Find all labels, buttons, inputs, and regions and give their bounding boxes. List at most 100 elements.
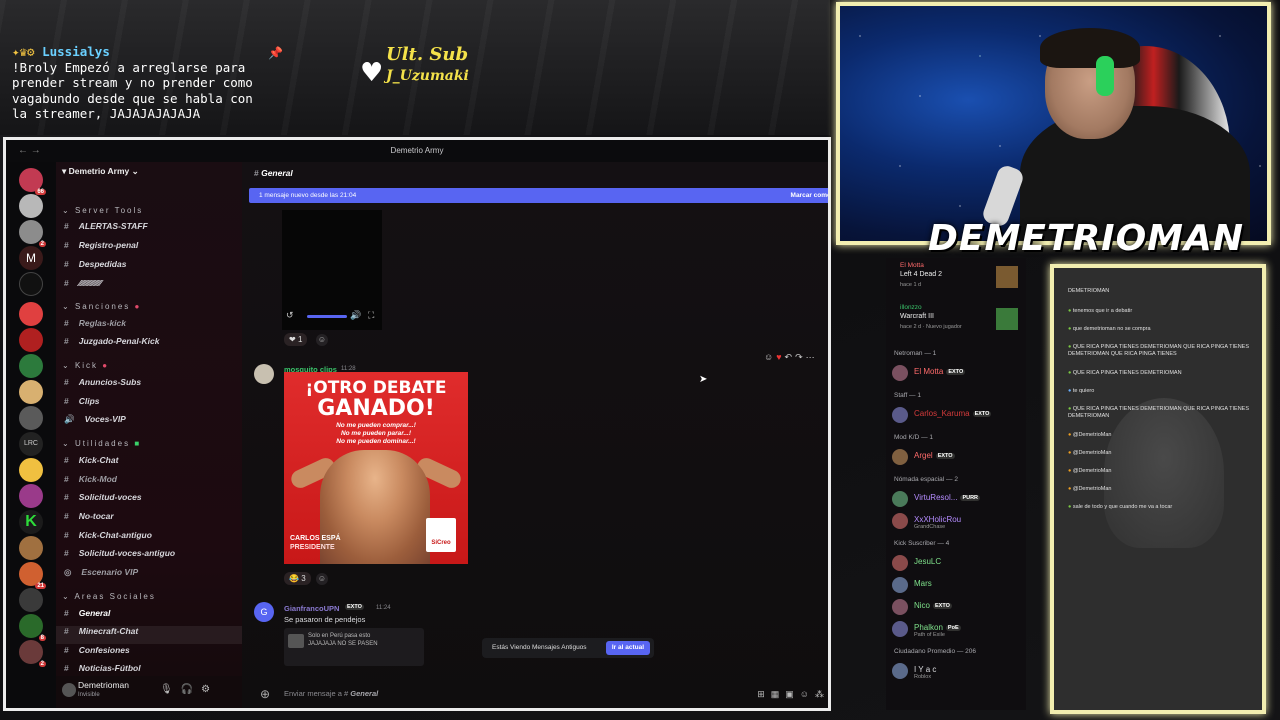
volume-icon[interactable]: 🔊 <box>350 310 361 321</box>
server-icon[interactable]: LRC <box>19 432 43 456</box>
gif-icon[interactable]: ▦ <box>771 689 786 699</box>
avatar[interactable] <box>62 683 76 697</box>
channel-label: Kick-Chat-antiguo <box>78 530 152 540</box>
nav-arrows-icon[interactable]: ← → <box>18 140 41 162</box>
category-label: Server Tools <box>74 206 144 215</box>
member-item[interactable]: XxXHolicRou GrandChase <box>892 512 1020 530</box>
message-author[interactable]: GianfrancoUPN <box>284 604 339 613</box>
member-item[interactable]: Argel EXTO <box>892 448 1020 466</box>
member-activity-item[interactable]: illonzzo Warcraft III hace 2 d · Nuevo j… <box>892 304 1020 330</box>
poster-sub1: No me pueden comprar...! <box>336 422 416 429</box>
server-icon[interactable]: 8 <box>19 614 46 641</box>
channel-confesiones[interactable]: # Confesiones <box>64 645 130 655</box>
server-icon[interactable] <box>19 536 43 560</box>
channel-kick-mod[interactable]: # Kick-Mod <box>64 474 117 484</box>
server-icon[interactable]: 2 <box>19 220 46 247</box>
channel-no-tocar[interactable]: # No-tocar <box>64 511 114 521</box>
channel-anuncios-subs[interactable]: # Anuncios-Subs <box>64 377 141 387</box>
member-item[interactable]: Mars <box>892 576 1020 594</box>
channel-escenario-vip[interactable]: ◎ Escenario VIP <box>64 567 138 578</box>
server-name[interactable]: ▾ Demetrio Army ⌄ <box>62 166 139 177</box>
apps-icon[interactable]: ⁂ <box>815 689 828 699</box>
member-activity: Path of Exile <box>914 632 945 638</box>
heart-react-icon[interactable]: ♥ <box>776 352 784 362</box>
fullscreen-icon[interactable]: ⛶ <box>368 310 374 321</box>
avatar[interactable] <box>254 364 274 384</box>
plus-icon[interactable]: ⊕ <box>260 682 270 706</box>
role-tag: PoE <box>945 624 961 631</box>
mark-read-button[interactable]: Marcar como <box>791 188 828 203</box>
add-reaction-icon[interactable]: ☺ <box>316 334 328 346</box>
emoji-react-icon[interactable]: ☺ <box>764 352 776 362</box>
forward-icon[interactable]: ↷ <box>795 352 806 362</box>
server-icon[interactable] <box>19 194 43 218</box>
channel-divider[interactable]: # ⁄⁄⁄⁄⁄⁄⁄⁄⁄⁄⁄⁄⁄⁄⁄⁄ <box>64 278 101 288</box>
headphones-icon[interactable]: 🎧 <box>181 684 201 695</box>
server-icon[interactable]: 21 <box>19 562 46 589</box>
member-item[interactable]: El Motta EXTO <box>892 364 1020 382</box>
channel-voces-vip[interactable]: 🔊 Voces-VIP <box>64 414 126 425</box>
channel-kick-chat[interactable]: # Kick-Chat <box>64 455 118 465</box>
member-item[interactable]: VirtuResol... PURR <box>892 490 1020 508</box>
role-tag: EXTO <box>946 368 966 375</box>
category-areas-sociales[interactable]: ⌄ Areas Sociales <box>62 592 156 601</box>
channel-clips[interactable]: # Clips <box>64 396 100 406</box>
channel-kick-chat-antiguo[interactable]: # Kick-Chat-antiguo <box>64 530 152 540</box>
server-icon[interactable]: M <box>19 246 43 270</box>
member-item[interactable]: Nico EXTO <box>892 598 1020 616</box>
new-messages-banner[interactable]: 1 mensaje nuevo desde las 21:04 Marcar co… <box>249 188 828 203</box>
category-kick[interactable]: ⌄ Kick ● <box>62 361 109 370</box>
channel-solicitud-voces[interactable]: # Solicitud-voces <box>64 492 142 502</box>
channel-juzgado-penal-kick[interactable]: # Juzgado-Penal-Kick <box>64 336 160 346</box>
embedded-post[interactable]: Solo en Perú pasa esto JAJAJAJA NO SE PA… <box>284 628 424 666</box>
server-icon[interactable] <box>19 458 43 482</box>
replay-icon[interactable]: ↺ <box>286 310 294 320</box>
channel-registro-penal[interactable]: # Registro-penal <box>64 240 138 250</box>
server-icon[interactable] <box>19 354 43 378</box>
volume-slider[interactable] <box>307 315 347 318</box>
avatar[interactable]: G <box>254 602 274 622</box>
server-icon[interactable] <box>19 406 43 430</box>
sticker-icon[interactable]: ▣ <box>785 689 800 699</box>
server-icon[interactable] <box>19 588 43 612</box>
member-item[interactable]: Carlos_Karuma EXTO <box>892 406 1020 424</box>
kick-server-icon[interactable]: K <box>19 510 43 534</box>
message-input[interactable]: ⊕ Enviar mensaje a # General ⊞▦▣☺⁂ <box>252 682 828 706</box>
channel-solicitud-voces-antiguo[interactable]: # Solicitud-voces-antiguo <box>64 548 175 558</box>
gift-icon[interactable]: ⊞ <box>757 689 771 699</box>
category-sanciones[interactable]: ⌄ Sanciones ● <box>62 302 141 311</box>
server-icon[interactable] <box>19 380 43 404</box>
category-utilidades[interactable]: ⌄ Utilidades ■ <box>62 439 141 448</box>
member-item[interactable]: JesuLC <box>892 554 1020 572</box>
member-group-header: Kick Suscriber — 4 <box>894 540 950 547</box>
server-icon[interactable]: 2 <box>19 640 46 667</box>
channel-reglas-kick[interactable]: # Reglas-kick <box>64 318 126 328</box>
member-item[interactable]: Phalkon PoE Path of Exile <box>892 620 1020 638</box>
emoji-icon[interactable]: ☺ <box>800 689 815 699</box>
channel-noticias-futbol[interactable]: # Noticias-Fútbol <box>64 663 141 673</box>
chat-text: !Broly Empezó a arreglarse para prender … <box>12 59 253 122</box>
reaction[interactable]: ❤ 1 <box>284 333 308 346</box>
mic-icon[interactable]: 🎙 <box>160 684 181 695</box>
channel-despedidas[interactable]: # Despedidas <box>64 259 126 269</box>
reply-icon[interactable]: ↶ <box>785 352 796 362</box>
reaction[interactable]: 😂 3 <box>284 572 311 585</box>
category-server-tools[interactable]: ⌄ Server Tools <box>62 206 143 215</box>
more-icon[interactable]: ⋯ <box>806 352 818 362</box>
video-player[interactable] <box>282 210 382 330</box>
server-icon[interactable] <box>19 272 43 296</box>
server-icon[interactable] <box>19 328 43 352</box>
activity-sub: hace 1 d <box>900 282 922 288</box>
member-item[interactable]: I Y a c Roblox <box>892 662 1020 680</box>
server-icon[interactable] <box>19 302 43 326</box>
channel-alertas-staff[interactable]: # ALERTAS-STAFF <box>64 221 148 231</box>
server-icon[interactable] <box>19 484 43 508</box>
gear-icon[interactable]: ⚙ <box>201 684 218 695</box>
server-icon[interactable]: 66 <box>19 168 46 195</box>
channel-minecraft-chat[interactable]: # Minecraft-Chat <box>64 626 138 636</box>
attached-image[interactable]: ¡OTRO DEBATE GANADO! No me pueden compra… <box>284 372 468 564</box>
member-activity-item[interactable]: El Motta Left 4 Dead 2 hace 1 d <box>892 262 1020 288</box>
add-reaction-icon[interactable]: ☺ <box>316 573 328 585</box>
jump-to-present-button[interactable]: Ir al actual <box>605 641 650 655</box>
channel-general[interactable]: # General <box>64 608 110 618</box>
